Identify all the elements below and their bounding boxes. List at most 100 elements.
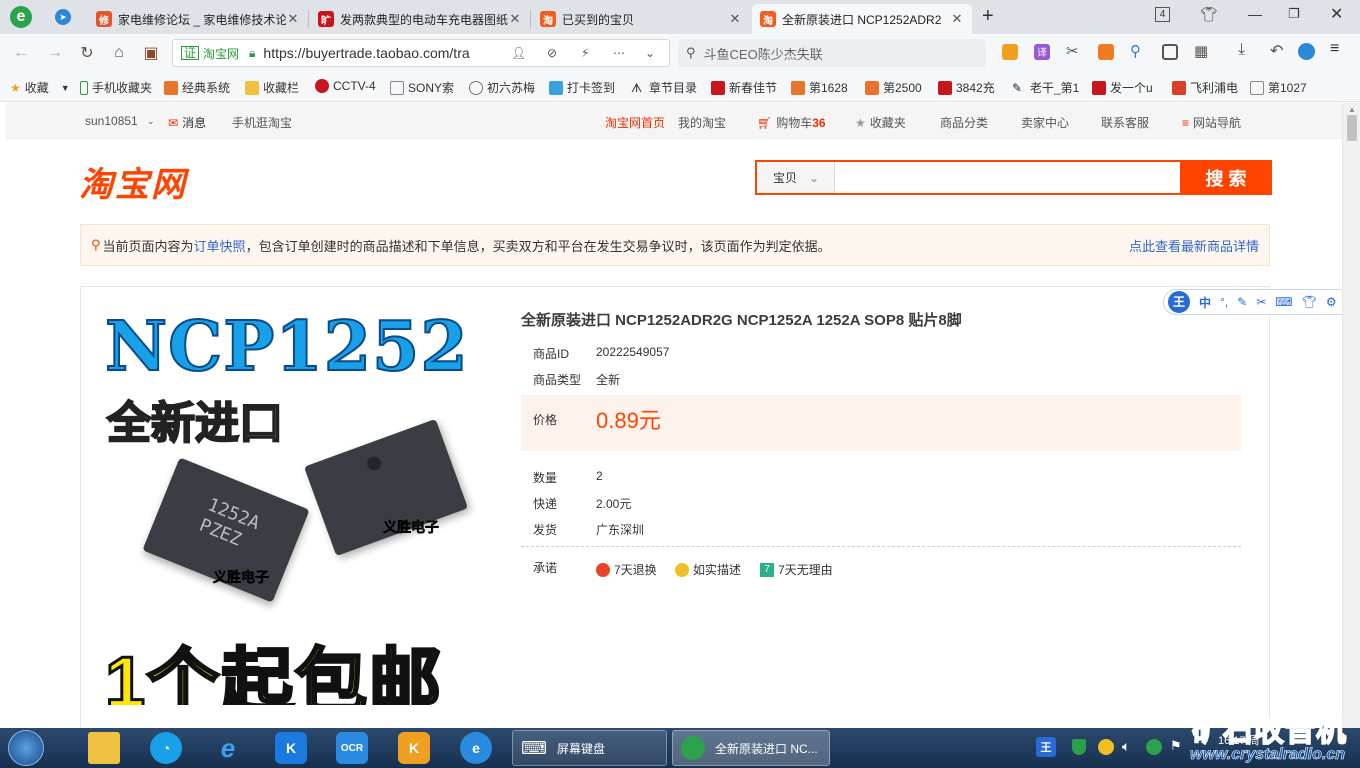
file-explorer-icon[interactable]: [88, 732, 120, 764]
product-image[interactable]: NCP1252 全新进口 1252A PZEZ 义胜电子 义胜电子 1个起包邮: [101, 305, 501, 705]
cart-link[interactable]: 🛒︎ 购物车36: [757, 114, 826, 131]
promise-described[interactable]: 如实描述: [675, 561, 741, 578]
message-link[interactable]: ✉ 消息: [168, 114, 206, 131]
ocr-icon[interactable]: OCR: [336, 732, 368, 764]
taobao-logo[interactable]: 淘宝网: [79, 157, 187, 206]
account-icon[interactable]: 👤︎: [511, 46, 526, 60]
promise-no-reason[interactable]: 7 7天无理由: [760, 561, 833, 578]
menu-icon[interactable]: ≡: [1330, 40, 1339, 58]
bookmark-item[interactable]: 飞利浦电: [1172, 79, 1238, 96]
search-app-icon[interactable]: ◔: [150, 732, 182, 764]
punctuation-icon[interactable]: °,: [1220, 295, 1228, 309]
ie-icon[interactable]: e: [212, 732, 244, 764]
taobao-search-input[interactable]: [837, 162, 1177, 193]
bookmark-item[interactable]: 第1628: [791, 79, 848, 96]
bookmark-item[interactable]: 发一个u: [1092, 79, 1153, 96]
scissors-icon[interactable]: ✂: [1256, 295, 1266, 309]
bookmark-item[interactable]: ✎ 老干_第1: [1012, 79, 1079, 96]
bookmark-item[interactable]: ᗑ 章节目录: [631, 79, 697, 96]
close-tab-icon[interactable]: ✕: [286, 11, 300, 27]
tab-repair-forum[interactable]: 修 家电维修论坛 _ 家电维修技术论 ✕: [88, 4, 308, 34]
my-taobao-link[interactable]: 我的淘宝: [678, 114, 726, 131]
tab-bought-items[interactable]: 淘 已买到的宝贝 ✕: [532, 4, 750, 34]
flag-tray-icon[interactable]: ⚑: [1170, 738, 1182, 754]
search-type-select[interactable]: 宝贝 ⌄: [757, 162, 835, 193]
bookmark-item[interactable]: 经典系统: [164, 79, 230, 96]
telegram-icon[interactable]: ➤: [55, 9, 71, 25]
tab-charger-post[interactable]: 旷 发两款典型的电动车充电器图纸 ✕: [310, 4, 530, 34]
keyboard-icon[interactable]: ⌨: [1275, 295, 1292, 309]
tab-product-snapshot[interactable]: 淘 全新原装进口 NCP1252ADR2 ✕: [752, 4, 972, 34]
refresh-icon[interactable]: ↻: [76, 42, 98, 64]
ime-tray-icon[interactable]: 王: [1036, 737, 1056, 757]
scroll-up-icon[interactable]: ▲: [1348, 105, 1356, 114]
forward-icon[interactable]: →: [44, 42, 66, 64]
green-tray-icon[interactable]: [1146, 739, 1162, 755]
chevron-down-icon[interactable]: ⌄: [645, 46, 655, 60]
kugou-icon[interactable]: K: [275, 732, 307, 764]
bookmark-item[interactable]: 新春佳节: [711, 79, 777, 96]
latest-details-link[interactable]: 点此查看最新商品详情: [1129, 236, 1259, 255]
favorites-link[interactable]: ★ 收藏夹: [855, 114, 906, 131]
ime-chinese-toggle[interactable]: 中: [1199, 294, 1211, 311]
find-ext-icon[interactable]: ⚲: [1130, 42, 1141, 60]
seller-center-link[interactable]: 卖家中心: [1021, 114, 1069, 131]
bookmark-item[interactable]: SONY索: [390, 79, 454, 96]
tab-count-badge[interactable]: 4: [1155, 7, 1170, 22]
taskbar-onscreen-keyboard[interactable]: ⌨ 屏幕键盘: [512, 730, 667, 766]
close-tab-icon[interactable]: ✕: [508, 11, 522, 27]
start-button[interactable]: [8, 730, 44, 766]
shield-ext-icon[interactable]: [1002, 44, 1018, 60]
browser-icon[interactable]: e: [460, 732, 492, 764]
restore-icon[interactable]: ❐: [1288, 6, 1300, 22]
category-link[interactable]: 商品分类: [940, 114, 988, 131]
taskbar-browser-window[interactable]: 全新原装进口 NC...: [672, 730, 830, 766]
back-icon[interactable]: ←: [10, 42, 32, 64]
ime-logo-icon[interactable]: 王: [1168, 291, 1190, 313]
url-field[interactable]: 证 淘宝网 🔒︎ https://buyertrade.taobao.com/t…: [172, 39, 670, 67]
bookmark-item[interactable]: 3842充: [938, 79, 995, 96]
translate-ext-icon[interactable]: 译: [1034, 44, 1050, 60]
user-name-link[interactable]: sun10851: [85, 114, 138, 128]
promise-return[interactable]: 7天退换: [596, 561, 657, 578]
volume-icon[interactable]: 🔈︎: [1122, 738, 1130, 755]
taobao-home-link[interactable]: 淘宝网首页: [605, 114, 665, 131]
wallet-icon[interactable]: ▣: [140, 42, 162, 64]
ime-toolbar[interactable]: 王 中 °, ✎ ✂ ⌨ 👕︎ ⚙: [1163, 289, 1342, 315]
bookmark-favorites[interactable]: ★ 收藏 ▼: [10, 79, 70, 96]
bookmark-item[interactable]: 第1027: [1250, 79, 1307, 96]
window-ext-icon[interactable]: [1162, 44, 1178, 60]
browser-logo-icon[interactable]: e: [10, 6, 32, 28]
lightning-icon[interactable]: ⚡︎: [581, 46, 589, 60]
compass-icon[interactable]: ⊘: [547, 46, 557, 60]
download-icon[interactable]: ⤓: [1238, 41, 1245, 59]
game-ext-icon[interactable]: [1098, 44, 1114, 60]
skin-icon[interactable]: 👕︎: [1302, 295, 1317, 309]
undo-icon[interactable]: ↶: [1270, 41, 1283, 61]
bookmark-item[interactable]: CCTV-4: [315, 79, 376, 93]
scissors-icon[interactable]: ✂: [1066, 42, 1079, 60]
apps-grid-icon[interactable]: ▦: [1194, 42, 1208, 60]
new-tab-button[interactable]: +: [982, 5, 994, 28]
close-tab-icon[interactable]: ✕: [728, 11, 742, 27]
more-icon[interactable]: ⋯: [613, 46, 625, 60]
taobao-search-button[interactable]: 搜 索: [1180, 160, 1272, 195]
settings-icon[interactable]: ⚙: [1326, 295, 1337, 309]
shield-tray-icon[interactable]: [1072, 739, 1086, 755]
bookmark-item[interactable]: 打卡签到: [549, 79, 615, 96]
scrollbar-thumb[interactable]: [1347, 115, 1357, 141]
close-window-icon[interactable]: ✕: [1330, 4, 1343, 24]
network-tray-icon[interactable]: [1098, 739, 1114, 755]
bookmark-item[interactable]: 收藏栏: [245, 79, 299, 96]
kuwo-icon[interactable]: K: [398, 732, 430, 764]
bookmark-item[interactable]: 手机收藏夹: [80, 79, 152, 96]
close-tab-icon[interactable]: ✕: [950, 11, 964, 27]
pen-icon[interactable]: ✎: [1237, 295, 1247, 309]
mobile-taobao-link[interactable]: 手机逛淘宝: [232, 114, 292, 131]
customer-service-link[interactable]: 联系客服: [1101, 114, 1149, 131]
shirt-icon[interactable]: 👕︎: [1200, 6, 1218, 23]
home-icon[interactable]: ⌂: [108, 42, 130, 64]
browser-search-field[interactable]: ⚲ 斗鱼CEO陈少杰失联: [678, 39, 986, 67]
bookmark-item[interactable]: 第2500: [865, 79, 922, 96]
bookmark-item[interactable]: 初六苏梅: [469, 79, 535, 96]
